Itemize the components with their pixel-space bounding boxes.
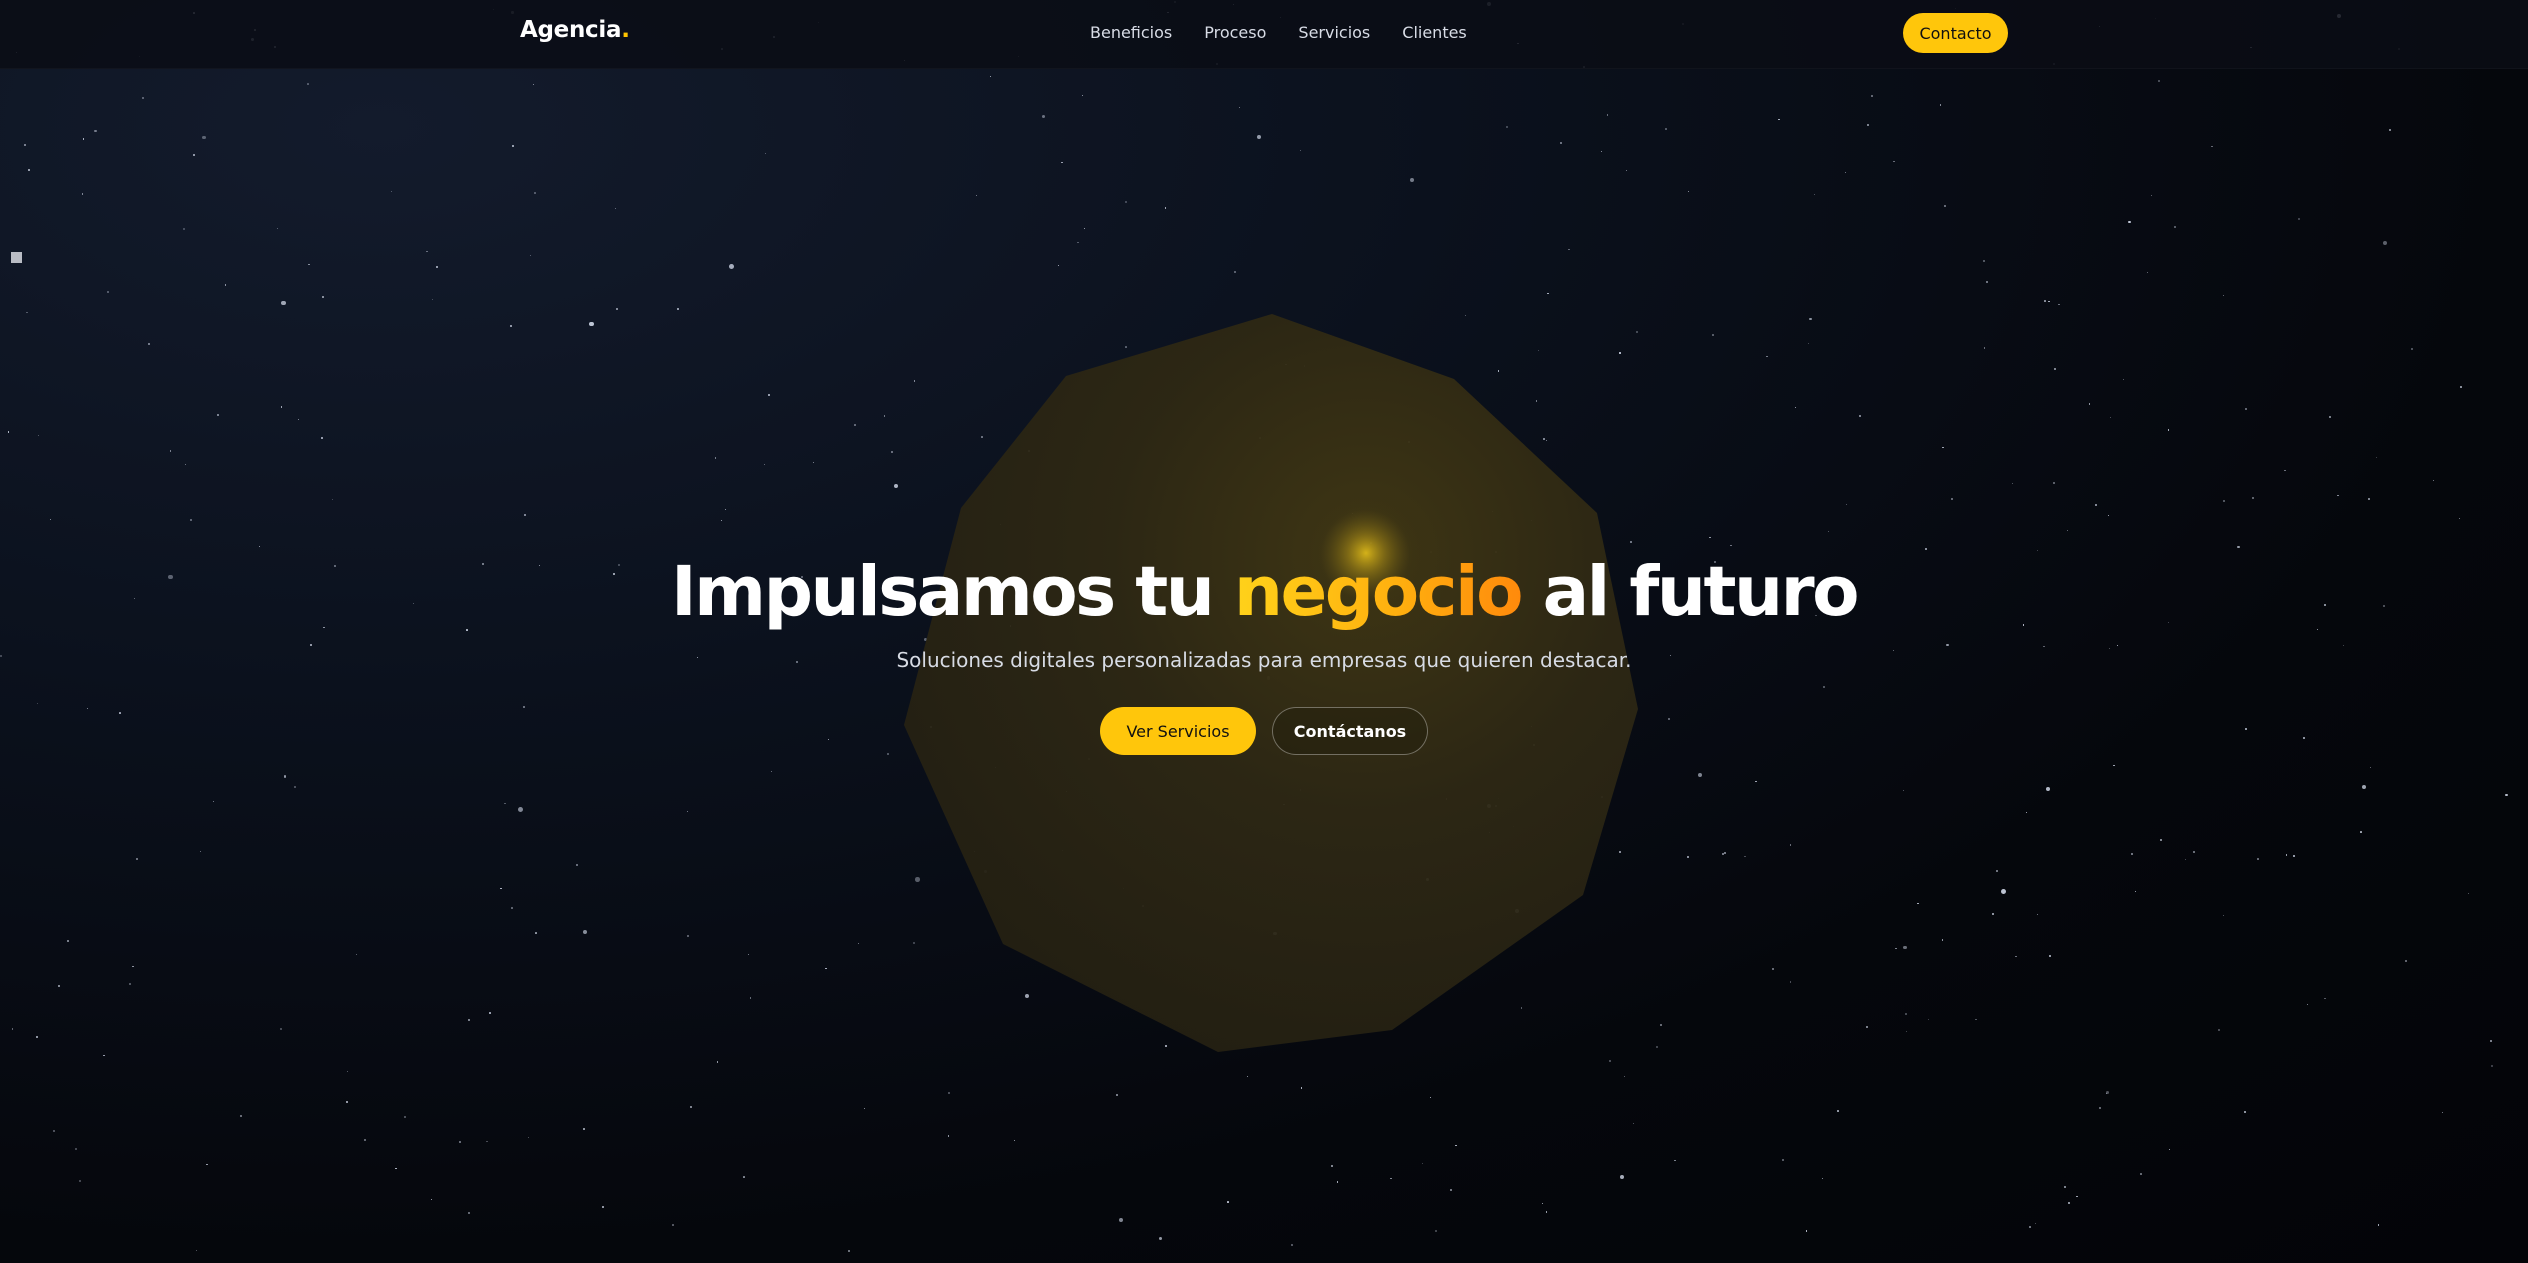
contact-us-button[interactable]: Contáctanos xyxy=(1272,707,1428,755)
nav-links: Beneficios Proceso Servicios Clientes xyxy=(1090,23,1467,42)
hero-subtitle: Soluciones digitales personalizadas para… xyxy=(896,648,1632,672)
hero-title-start: Impulsamos tu xyxy=(671,552,1234,632)
hero-title-highlight: negocio xyxy=(1233,552,1524,632)
nav-link-clientes[interactable]: Clientes xyxy=(1402,23,1467,42)
top-navbar: Agencia. Beneficios Proceso Servicios Cl… xyxy=(0,0,2528,69)
hero-title: Impulsamos tu negocio al futuro xyxy=(0,552,2528,632)
logo-text: Agencia xyxy=(520,17,622,43)
nav-link-proceso[interactable]: Proceso xyxy=(1204,23,1266,42)
brand-logo[interactable]: Agencia. xyxy=(520,17,630,43)
page: Agencia. Beneficios Proceso Servicios Cl… xyxy=(0,0,2528,1263)
contact-button[interactable]: Contacto xyxy=(1903,13,2008,53)
hero-title-end: al futuro xyxy=(1521,552,1860,632)
side-indicator-square[interactable] xyxy=(11,252,22,263)
nav-link-beneficios[interactable]: Beneficios xyxy=(1090,23,1172,42)
view-services-button[interactable]: Ver Servicios xyxy=(1100,707,1256,755)
nav-link-servicios[interactable]: Servicios xyxy=(1298,23,1370,42)
logo-dot: . xyxy=(621,17,630,43)
